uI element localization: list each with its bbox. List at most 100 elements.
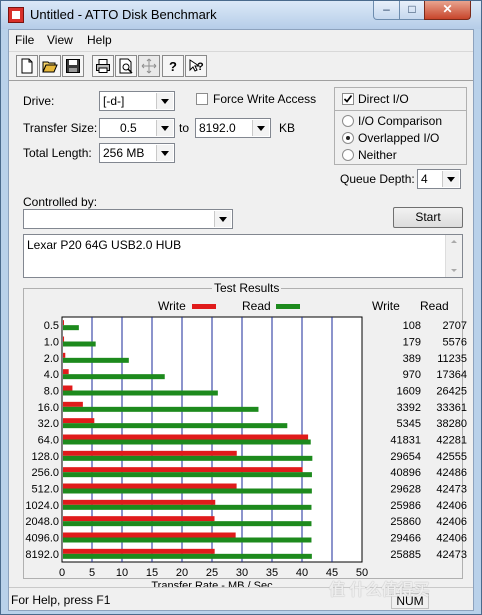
menu-file[interactable]: File [15,33,34,47]
read-value: 5576 [443,337,467,349]
read-bar [63,504,312,510]
transfer-unit-label: KB [279,121,296,135]
io-comparison-radio[interactable] [342,115,354,127]
chevron-down-icon[interactable] [156,145,173,161]
write-value: 29654 [390,451,421,463]
scroll-arrows-icon[interactable] [446,235,462,277]
category-label: 8192.0 [25,549,59,561]
direct-io-label: Direct I/O [358,92,409,106]
write-bar [63,401,83,407]
description-text: Lexar P20 64G USB2.0 HUB [27,238,182,252]
overlapped-io-radio[interactable] [342,132,354,144]
context-help-icon[interactable]: ? [185,55,207,77]
maximize-button[interactable]: □ [399,1,425,20]
read-bar [63,488,312,494]
read-bar [63,537,312,543]
print-preview-icon[interactable] [115,55,137,77]
read-value: 42406 [436,516,467,528]
write-value: 5345 [397,418,421,430]
drive-select[interactable]: [-d-] [99,91,175,111]
write-bar [63,369,69,375]
close-button[interactable]: ✕ [424,1,471,20]
category-label: 1.0 [44,337,59,349]
category-label: 64.0 [38,435,59,447]
read-bar [63,521,312,527]
category-label: 2.0 [44,353,59,365]
x-tick-label: 5 [89,567,95,579]
svg-text:?: ? [197,61,204,73]
neither-radio[interactable] [342,149,354,161]
write-bar [63,548,215,554]
read-value: 26425 [436,386,467,398]
category-label: 16.0 [38,402,59,414]
queue-depth-label: Queue Depth: [340,172,415,186]
menu-help[interactable]: Help [87,33,112,47]
write-value: 29466 [390,533,421,545]
write-value: 3392 [397,402,421,414]
read-bar [63,341,96,347]
read-bar [63,439,311,445]
write-value: 389 [403,353,421,365]
description-scrollbar[interactable] [445,235,462,277]
read-value: 42473 [436,549,467,561]
write-value: 25986 [390,500,421,512]
transfer-from-value: 0.5 [120,121,137,135]
print-icon[interactable] [92,55,114,77]
category-label: 1024.0 [25,500,59,512]
transfer-size-to-select[interactable]: 8192.0 [195,118,271,138]
menu-view[interactable]: View [47,33,73,47]
read-bar [63,390,218,396]
write-bar [63,418,95,424]
controlled-by-select[interactable] [23,209,233,229]
description-field[interactable]: Lexar P20 64G USB2.0 HUB [23,234,463,278]
move-icon[interactable] [138,55,160,77]
open-icon[interactable] [39,55,61,77]
new-icon[interactable] [16,55,38,77]
write-bar [63,516,215,522]
chevron-down-icon[interactable] [214,211,231,227]
window-title: Untitled - ATTO Disk Benchmark [30,7,217,22]
write-value: 970 [403,369,421,381]
help-icon[interactable]: ? [162,55,184,77]
chevron-down-icon[interactable] [156,120,173,136]
chevron-down-icon[interactable] [442,171,459,187]
svg-text:?: ? [169,59,177,74]
io-comparison-label: I/O Comparison [358,114,443,128]
save-icon[interactable] [62,55,84,77]
read-bar [63,455,313,461]
queue-depth-value: 4 [421,172,428,186]
force-write-label: Force Write Access [213,92,317,106]
read-value: 2707 [443,320,467,332]
watermark-text: 值 什么值得买 [329,582,430,599]
read-bar [63,325,79,331]
direct-io-checkbox[interactable] [342,93,354,105]
total-length-select[interactable]: 256 MB [99,143,175,163]
force-write-checkbox[interactable] [196,93,208,105]
chevron-down-icon[interactable] [252,120,269,136]
total-length-label: Total Length: [23,146,92,160]
category-label: 8.0 [44,386,59,398]
overlapped-io-label: Overlapped I/O [358,131,440,145]
read-value: 11235 [437,353,467,365]
transfer-size-from-select[interactable]: 0.5 [99,118,175,138]
write-bar [63,450,237,456]
write-bar [63,467,303,473]
start-button[interactable]: Start [393,207,463,228]
write-value: 40896 [390,467,421,479]
read-value: 42555 [436,451,467,463]
x-tick-label: 30 [236,567,248,579]
x-tick-label: 20 [176,567,188,579]
io-mode-frame: I/O Comparison Overlapped I/O Neither [334,110,467,165]
write-bar [63,532,236,538]
minimize-button[interactable]: – [373,1,400,20]
queue-depth-select[interactable]: 4 [417,169,461,189]
write-bar [63,499,216,505]
read-value: 42406 [436,500,467,512]
write-bar [63,320,64,326]
category-label: 4.0 [44,369,59,381]
category-label: 128.0 [31,451,59,463]
title-bar[interactable]: Untitled - ATTO Disk Benchmark – □ ✕ [1,1,481,29]
chevron-down-icon[interactable] [156,93,173,109]
write-value: 25860 [390,516,421,528]
write-bar [63,483,237,489]
